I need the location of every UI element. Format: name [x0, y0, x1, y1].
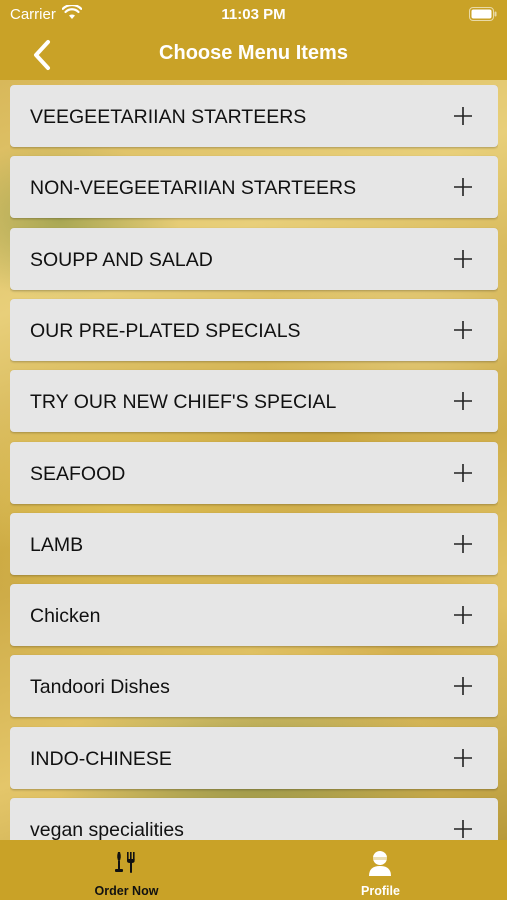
menu-category-label: SEAFOOD: [30, 462, 126, 485]
fork-knife-icon: [115, 852, 135, 873]
plus-icon[interactable]: [454, 392, 472, 411]
menu-category-item[interactable]: OUR PRE-PLATED SPECIALS: [10, 298, 498, 361]
menu-category-item[interactable]: SEAFOOD: [10, 441, 498, 504]
menu-category-label: SOUPP AND SALAD: [30, 248, 213, 271]
plus-icon[interactable]: [454, 820, 472, 838]
battery-icon: [469, 7, 497, 21]
menu-category-label: OUR PRE-PLATED SPECIALS: [30, 319, 301, 342]
menu-category-item[interactable]: SOUPP AND SALAD: [10, 227, 498, 290]
menu-category-item[interactable]: INDO-CHINESE: [10, 726, 498, 789]
plus-icon[interactable]: [454, 320, 472, 339]
plus-icon[interactable]: [454, 748, 472, 767]
plus-icon[interactable]: [454, 534, 472, 553]
plus-icon[interactable]: [454, 677, 472, 696]
menu-category-label: Chicken: [30, 605, 101, 628]
plus-icon[interactable]: [454, 178, 472, 197]
plus-icon[interactable]: [454, 107, 472, 125]
plus-icon[interactable]: [454, 249, 472, 268]
page-title: Choose Menu Items: [159, 42, 348, 64]
menu-category-label: INDO-CHINESE: [30, 747, 172, 770]
menu-category-label: NON-VEEGEETARIIAN STARTEERS: [30, 177, 357, 200]
tab-order-now[interactable]: Order Now: [0, 840, 253, 900]
nav-bar: Choose Menu Items: [0, 30, 507, 80]
menu-category-item[interactable]: vegan specialities: [10, 798, 498, 840]
menu-category-label: vegan specialities: [30, 819, 184, 840]
menu-category-label: TRY OUR NEW CHIEF'S SPECIAL: [30, 391, 337, 414]
status-bar: Carrier 11:03 PM: [0, 0, 507, 30]
plus-icon[interactable]: [454, 463, 472, 482]
menu-category-item[interactable]: LAMB: [10, 512, 498, 575]
menu-category-label: Tandoori Dishes: [30, 676, 170, 699]
tab-profile-label: Profile: [361, 884, 400, 898]
menu-category-item[interactable]: TRY OUR NEW CHIEF'S SPECIAL: [10, 370, 498, 433]
tab-profile[interactable]: Profile: [254, 840, 507, 900]
status-time: 11:03 PM: [221, 6, 286, 23]
menu-category-item[interactable]: Tandoori Dishes: [10, 655, 498, 718]
menu-category-label: LAMB: [30, 533, 84, 556]
menu-category-label: VEEGEETARIIAN STARTEERS: [30, 106, 307, 128]
menu-category-item[interactable]: VEEGEETARIIAN STARTEERS: [10, 85, 498, 147]
user-icon: [369, 851, 391, 876]
menu-category-item[interactable]: NON-VEEGEETARIIAN STARTEERS: [10, 156, 498, 219]
plus-icon[interactable]: [454, 606, 472, 625]
tab-bar: Order Now Profile: [0, 840, 507, 900]
menu-category-list[interactable]: VEEGEETARIIAN STARTEERS NON-VEEGEETARIIAN…: [10, 85, 498, 840]
menu-category-item[interactable]: Chicken: [10, 584, 498, 647]
tab-order-now-label: Order Now: [94, 884, 159, 898]
